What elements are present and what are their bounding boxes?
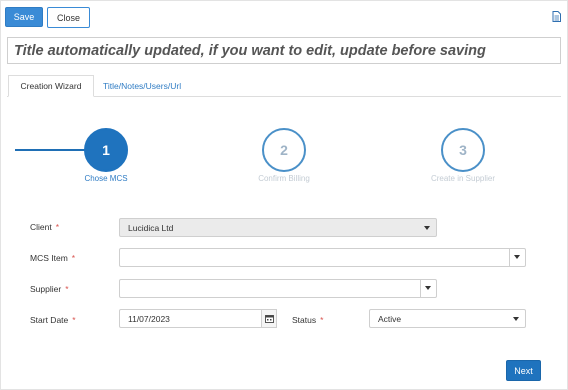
required-marker: * — [320, 315, 324, 325]
wizard-step-3-label: Create in Supplier — [430, 174, 496, 183]
start-date-label: Start Date * — [30, 315, 76, 325]
wizard-step-1-label: Chose MCS — [84, 174, 128, 183]
chevron-down-icon — [513, 317, 519, 321]
status-select[interactable]: Active — [369, 309, 526, 328]
wizard-progress-line — [15, 149, 85, 151]
supplier-label-text: Supplier — [30, 284, 62, 294]
calendar-button[interactable] — [261, 309, 277, 328]
calendar-icon — [264, 315, 274, 323]
status-label: Status * — [292, 315, 323, 325]
chevron-down-icon — [514, 255, 520, 259]
start-date-value: 11/07/2023 — [128, 313, 170, 324]
save-button[interactable]: Save — [5, 7, 43, 27]
mcs-item-select[interactable] — [119, 248, 526, 267]
chevron-down-icon — [424, 226, 430, 230]
client-label: Client * — [30, 222, 59, 232]
document-icon[interactable] — [552, 11, 561, 22]
supplier-select[interactable] — [119, 279, 437, 298]
required-marker: * — [72, 315, 76, 325]
tab-creation-wizard[interactable]: Creation Wizard — [8, 75, 94, 97]
required-marker: * — [65, 284, 69, 294]
wizard-step-2-label: Confirm Billing — [258, 174, 310, 183]
chevron-down-icon — [425, 286, 431, 290]
title-input-value: Title automatically updated, if you want… — [14, 42, 486, 59]
wizard-dialog: Save Close Title automatically updated, … — [0, 0, 568, 390]
mcs-item-label: MCS Item * — [30, 253, 75, 263]
status-select-value: Active — [378, 313, 402, 324]
wizard-step-3[interactable]: 3 — [441, 128, 485, 172]
title-input[interactable]: Title automatically updated, if you want… — [7, 37, 561, 64]
client-label-text: Client — [30, 222, 52, 232]
wizard-step-2[interactable]: 2 — [262, 128, 306, 172]
supplier-label: Supplier * — [30, 284, 69, 294]
required-marker: * — [71, 253, 76, 263]
client-select-value: Lucidica Ltd — [128, 222, 174, 233]
mcs-item-label-text: MCS Item — [30, 253, 68, 263]
next-button[interactable]: Next — [506, 360, 541, 381]
required-marker: * — [55, 222, 60, 232]
client-select[interactable]: Lucidica Ltd — [119, 218, 437, 237]
wizard-step-1[interactable]: 1 — [84, 128, 128, 172]
start-date-label-text: Start Date — [30, 315, 69, 325]
close-button[interactable]: Close — [47, 7, 90, 28]
tab-title-notes-users-url[interactable]: Title/Notes/Users/Url — [103, 75, 181, 97]
status-label-text: Status — [292, 315, 317, 325]
start-date-input[interactable]: 11/07/2023 — [119, 309, 277, 328]
dropdown-toggle[interactable] — [420, 279, 436, 298]
dropdown-toggle[interactable] — [509, 248, 525, 267]
tab-bar: Creation Wizard Title/Notes/Users/Url — [7, 75, 561, 97]
